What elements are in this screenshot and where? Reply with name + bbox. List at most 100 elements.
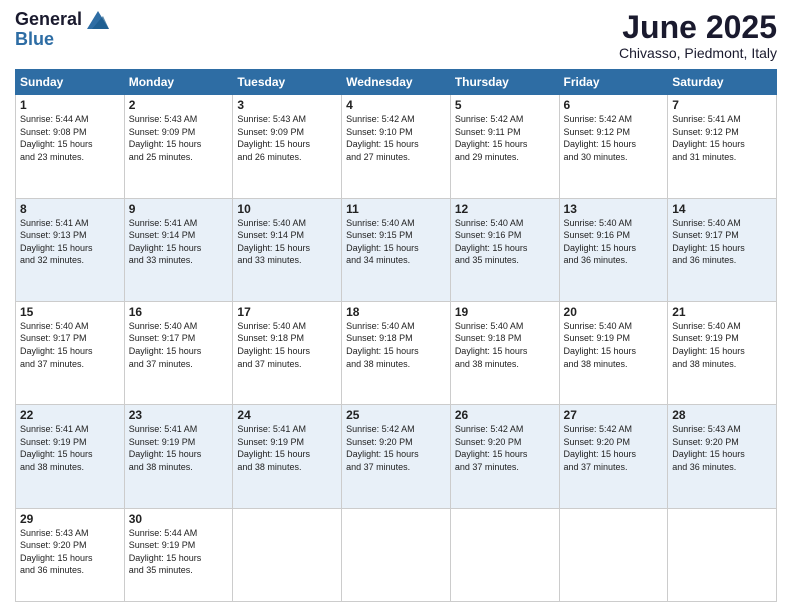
day-number: 10 bbox=[237, 202, 337, 216]
day-number: 7 bbox=[672, 98, 772, 112]
table-row: 4Sunrise: 5:42 AMSunset: 9:10 PMDaylight… bbox=[342, 95, 451, 198]
day-info: Sunrise: 5:43 AMSunset: 9:09 PMDaylight:… bbox=[129, 113, 229, 163]
day-info: Sunrise: 5:42 AMSunset: 9:11 PMDaylight:… bbox=[455, 113, 555, 163]
table-row: 13Sunrise: 5:40 AMSunset: 9:16 PMDayligh… bbox=[559, 198, 668, 301]
day-info: Sunrise: 5:42 AMSunset: 9:20 PMDaylight:… bbox=[455, 423, 555, 473]
table-row: 16Sunrise: 5:40 AMSunset: 9:17 PMDayligh… bbox=[124, 301, 233, 404]
day-info: Sunrise: 5:40 AMSunset: 9:15 PMDaylight:… bbox=[346, 217, 446, 267]
calendar-week-row: 22Sunrise: 5:41 AMSunset: 9:19 PMDayligh… bbox=[16, 405, 777, 508]
table-row bbox=[559, 508, 668, 602]
logo: General Blue bbox=[15, 10, 109, 50]
table-row bbox=[342, 508, 451, 602]
day-number: 1 bbox=[20, 98, 120, 112]
col-wednesday: Wednesday bbox=[342, 70, 451, 95]
table-row: 9Sunrise: 5:41 AMSunset: 9:14 PMDaylight… bbox=[124, 198, 233, 301]
day-number: 4 bbox=[346, 98, 446, 112]
calendar-header-row: Sunday Monday Tuesday Wednesday Thursday… bbox=[16, 70, 777, 95]
page: General Blue June 2025 Chivasso, Piedmon… bbox=[0, 0, 792, 612]
table-row: 22Sunrise: 5:41 AMSunset: 9:19 PMDayligh… bbox=[16, 405, 125, 508]
day-info: Sunrise: 5:40 AMSunset: 9:18 PMDaylight:… bbox=[455, 320, 555, 370]
day-number: 5 bbox=[455, 98, 555, 112]
table-row: 26Sunrise: 5:42 AMSunset: 9:20 PMDayligh… bbox=[450, 405, 559, 508]
day-number: 9 bbox=[129, 202, 229, 216]
day-info: Sunrise: 5:43 AMSunset: 9:09 PMDaylight:… bbox=[237, 113, 337, 163]
day-number: 15 bbox=[20, 305, 120, 319]
col-monday: Monday bbox=[124, 70, 233, 95]
day-number: 18 bbox=[346, 305, 446, 319]
day-number: 30 bbox=[129, 512, 229, 526]
day-number: 16 bbox=[129, 305, 229, 319]
calendar-week-row: 1Sunrise: 5:44 AMSunset: 9:08 PMDaylight… bbox=[16, 95, 777, 198]
day-number: 20 bbox=[564, 305, 664, 319]
table-row: 30Sunrise: 5:44 AMSunset: 9:19 PMDayligh… bbox=[124, 508, 233, 602]
day-info: Sunrise: 5:40 AMSunset: 9:16 PMDaylight:… bbox=[455, 217, 555, 267]
day-info: Sunrise: 5:43 AMSunset: 9:20 PMDaylight:… bbox=[20, 527, 120, 577]
table-row: 10Sunrise: 5:40 AMSunset: 9:14 PMDayligh… bbox=[233, 198, 342, 301]
table-row: 29Sunrise: 5:43 AMSunset: 9:20 PMDayligh… bbox=[16, 508, 125, 602]
day-number: 27 bbox=[564, 408, 664, 422]
header: General Blue June 2025 Chivasso, Piedmon… bbox=[15, 10, 777, 61]
table-row: 18Sunrise: 5:40 AMSunset: 9:18 PMDayligh… bbox=[342, 301, 451, 404]
logo-general: General bbox=[15, 10, 109, 30]
table-row: 11Sunrise: 5:40 AMSunset: 9:15 PMDayligh… bbox=[342, 198, 451, 301]
day-info: Sunrise: 5:40 AMSunset: 9:18 PMDaylight:… bbox=[346, 320, 446, 370]
day-number: 13 bbox=[564, 202, 664, 216]
day-info: Sunrise: 5:40 AMSunset: 9:18 PMDaylight:… bbox=[237, 320, 337, 370]
calendar-week-row: 15Sunrise: 5:40 AMSunset: 9:17 PMDayligh… bbox=[16, 301, 777, 404]
table-row: 7Sunrise: 5:41 AMSunset: 9:12 PMDaylight… bbox=[668, 95, 777, 198]
day-info: Sunrise: 5:42 AMSunset: 9:20 PMDaylight:… bbox=[346, 423, 446, 473]
table-row: 27Sunrise: 5:42 AMSunset: 9:20 PMDayligh… bbox=[559, 405, 668, 508]
day-info: Sunrise: 5:40 AMSunset: 9:17 PMDaylight:… bbox=[672, 217, 772, 267]
location: Chivasso, Piedmont, Italy bbox=[619, 45, 777, 61]
day-number: 21 bbox=[672, 305, 772, 319]
day-number: 26 bbox=[455, 408, 555, 422]
day-info: Sunrise: 5:40 AMSunset: 9:17 PMDaylight:… bbox=[20, 320, 120, 370]
day-info: Sunrise: 5:41 AMSunset: 9:19 PMDaylight:… bbox=[20, 423, 120, 473]
col-saturday: Saturday bbox=[668, 70, 777, 95]
day-number: 17 bbox=[237, 305, 337, 319]
day-number: 23 bbox=[129, 408, 229, 422]
logo-text: General Blue bbox=[15, 10, 109, 50]
day-info: Sunrise: 5:41 AMSunset: 9:13 PMDaylight:… bbox=[20, 217, 120, 267]
day-info: Sunrise: 5:43 AMSunset: 9:20 PMDaylight:… bbox=[672, 423, 772, 473]
day-number: 11 bbox=[346, 202, 446, 216]
table-row bbox=[668, 508, 777, 602]
month-title: June 2025 bbox=[619, 10, 777, 45]
table-row: 17Sunrise: 5:40 AMSunset: 9:18 PMDayligh… bbox=[233, 301, 342, 404]
day-number: 25 bbox=[346, 408, 446, 422]
table-row: 19Sunrise: 5:40 AMSunset: 9:18 PMDayligh… bbox=[450, 301, 559, 404]
col-tuesday: Tuesday bbox=[233, 70, 342, 95]
day-info: Sunrise: 5:42 AMSunset: 9:12 PMDaylight:… bbox=[564, 113, 664, 163]
day-info: Sunrise: 5:42 AMSunset: 9:10 PMDaylight:… bbox=[346, 113, 446, 163]
col-sunday: Sunday bbox=[16, 70, 125, 95]
day-info: Sunrise: 5:44 AMSunset: 9:19 PMDaylight:… bbox=[129, 527, 229, 577]
table-row: 14Sunrise: 5:40 AMSunset: 9:17 PMDayligh… bbox=[668, 198, 777, 301]
table-row: 15Sunrise: 5:40 AMSunset: 9:17 PMDayligh… bbox=[16, 301, 125, 404]
table-row bbox=[233, 508, 342, 602]
calendar-week-row: 8Sunrise: 5:41 AMSunset: 9:13 PMDaylight… bbox=[16, 198, 777, 301]
day-number: 19 bbox=[455, 305, 555, 319]
day-info: Sunrise: 5:40 AMSunset: 9:19 PMDaylight:… bbox=[672, 320, 772, 370]
day-info: Sunrise: 5:44 AMSunset: 9:08 PMDaylight:… bbox=[20, 113, 120, 163]
title-block: June 2025 Chivasso, Piedmont, Italy bbox=[619, 10, 777, 61]
day-info: Sunrise: 5:41 AMSunset: 9:19 PMDaylight:… bbox=[129, 423, 229, 473]
table-row: 5Sunrise: 5:42 AMSunset: 9:11 PMDaylight… bbox=[450, 95, 559, 198]
day-number: 8 bbox=[20, 202, 120, 216]
table-row: 24Sunrise: 5:41 AMSunset: 9:19 PMDayligh… bbox=[233, 405, 342, 508]
table-row: 20Sunrise: 5:40 AMSunset: 9:19 PMDayligh… bbox=[559, 301, 668, 404]
logo-blue: Blue bbox=[15, 30, 109, 50]
day-info: Sunrise: 5:41 AMSunset: 9:19 PMDaylight:… bbox=[237, 423, 337, 473]
day-info: Sunrise: 5:41 AMSunset: 9:14 PMDaylight:… bbox=[129, 217, 229, 267]
day-number: 12 bbox=[455, 202, 555, 216]
table-row: 21Sunrise: 5:40 AMSunset: 9:19 PMDayligh… bbox=[668, 301, 777, 404]
day-number: 22 bbox=[20, 408, 120, 422]
day-info: Sunrise: 5:40 AMSunset: 9:17 PMDaylight:… bbox=[129, 320, 229, 370]
col-thursday: Thursday bbox=[450, 70, 559, 95]
calendar-week-row: 29Sunrise: 5:43 AMSunset: 9:20 PMDayligh… bbox=[16, 508, 777, 602]
day-info: Sunrise: 5:40 AMSunset: 9:19 PMDaylight:… bbox=[564, 320, 664, 370]
col-friday: Friday bbox=[559, 70, 668, 95]
table-row: 2Sunrise: 5:43 AMSunset: 9:09 PMDaylight… bbox=[124, 95, 233, 198]
calendar: Sunday Monday Tuesday Wednesday Thursday… bbox=[15, 69, 777, 602]
day-number: 14 bbox=[672, 202, 772, 216]
day-info: Sunrise: 5:42 AMSunset: 9:20 PMDaylight:… bbox=[564, 423, 664, 473]
